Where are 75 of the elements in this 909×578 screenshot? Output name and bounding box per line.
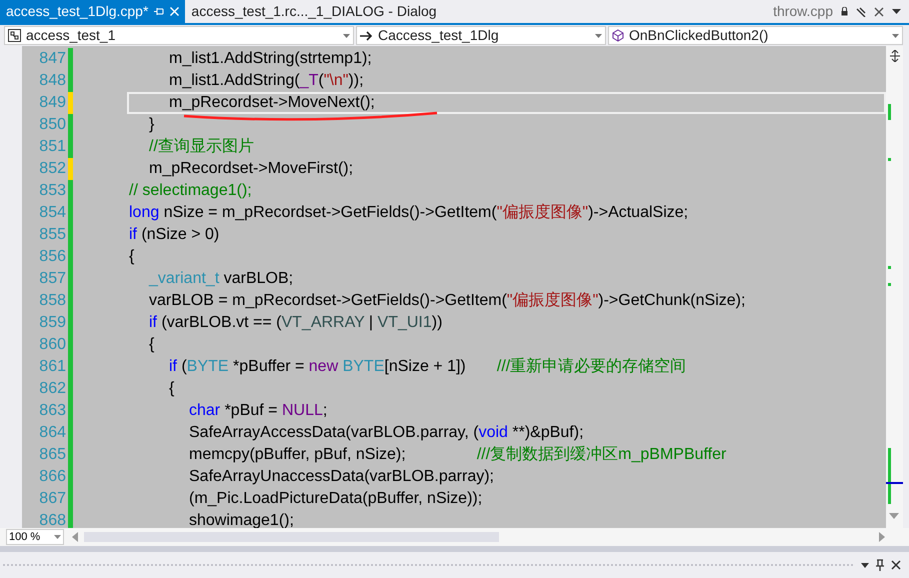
code-line: if (BYTE *pBuffer = new BYTE[nSize + 1]) ///重新申请必要的存储空间 bbox=[168, 356, 686, 377]
line-number: 860 bbox=[38, 335, 67, 355]
line-number: 848 bbox=[38, 71, 67, 91]
scroll-down-icon[interactable] bbox=[889, 513, 899, 519]
line-number: 863 bbox=[38, 401, 67, 421]
dropdown-caret-icon bbox=[54, 535, 61, 539]
code-line: m_pRecordset->MoveNext(); bbox=[168, 93, 375, 113]
pin-icon[interactable] bbox=[875, 559, 885, 571]
line-number: 856 bbox=[38, 247, 67, 267]
code-line: m_list1.AddString(strtemp1); bbox=[168, 49, 372, 69]
line-number: 850 bbox=[38, 115, 67, 135]
code-line: { bbox=[148, 335, 154, 355]
line-number: 853 bbox=[38, 181, 67, 201]
dropdown-caret-icon[interactable] bbox=[861, 562, 869, 568]
code-line: showimage1(); bbox=[188, 511, 294, 528]
line-number: 868 bbox=[38, 511, 67, 528]
navigation-dropdown[interactable]: access_test_1 bbox=[4, 26, 354, 45]
line-number: 849 bbox=[38, 93, 67, 113]
dropdown-caret-icon bbox=[892, 34, 899, 38]
zoom-dropdown[interactable]: 100 % bbox=[6, 529, 64, 545]
split-handle-icon[interactable] bbox=[890, 50, 900, 62]
code-line: SafeArrayUnaccessData(varBLOB.parray); bbox=[188, 467, 494, 487]
line-number: 866 bbox=[38, 467, 67, 487]
line-number: 861 bbox=[38, 357, 67, 377]
code-line: } bbox=[148, 115, 154, 135]
change-marker bbox=[888, 266, 891, 269]
code-line: if (nSize > 0) bbox=[129, 225, 220, 245]
navigation-dropdown[interactable]: Caccess_test_1Dlg bbox=[356, 26, 606, 45]
code-line: char *pBuf = NULL; bbox=[188, 401, 328, 421]
scroll-right-icon[interactable] bbox=[879, 532, 885, 542]
change-marker bbox=[888, 283, 891, 286]
vertical-scrollbar[interactable] bbox=[886, 46, 903, 528]
cube-icon bbox=[612, 29, 624, 42]
line-number: 852 bbox=[38, 159, 67, 179]
lock-icon bbox=[841, 7, 848, 16]
code-line: m_list1.AddString(_T("\n")); bbox=[168, 71, 364, 91]
caret-position-marker bbox=[886, 482, 903, 484]
line-number: 867 bbox=[38, 489, 67, 509]
code-line: (m_Pic.LoadPictureData(pBuffer, nSize)); bbox=[188, 489, 482, 509]
change-marker bbox=[888, 158, 891, 161]
code-line: //查询显示图片 bbox=[148, 136, 254, 157]
navigation-dropdown[interactable]: OnBnClickedButton2() bbox=[608, 26, 903, 45]
code-line: long nSize = m_pRecordset->GetFields()->GetItem("偏振度图像")->ActualSize; bbox=[129, 202, 688, 223]
line-number: 864 bbox=[38, 423, 67, 443]
line-number: 847 bbox=[38, 49, 67, 69]
arrow-icon bbox=[360, 30, 373, 40]
code-line: if (varBLOB.vt == (VT_ARRAY | VT_UI1)) bbox=[148, 313, 442, 333]
code-line: varBLOB = m_pRecordset->GetFields()->GetItem("偏振度图像")->GetChunk(nSize); bbox=[148, 290, 746, 311]
code-line: { bbox=[129, 247, 134, 267]
preview-tab[interactable]: throw.cpp bbox=[773, 1, 833, 22]
change-marker bbox=[888, 448, 891, 504]
code-line: m_pRecordset->MoveFirst(); bbox=[148, 159, 354, 179]
close-icon[interactable] bbox=[874, 6, 884, 16]
line-number: 855 bbox=[38, 225, 67, 245]
line-number: 865 bbox=[38, 445, 67, 465]
line-number: 858 bbox=[38, 291, 67, 311]
keep-open-icon[interactable] bbox=[856, 6, 866, 16]
close-icon[interactable] bbox=[891, 560, 901, 570]
line-number: 862 bbox=[38, 379, 67, 399]
scroll-left-icon[interactable] bbox=[72, 532, 78, 542]
line-number: 857 bbox=[38, 269, 67, 289]
code-line: { bbox=[168, 379, 174, 399]
code-line: _variant_t varBLOB; bbox=[148, 269, 294, 289]
zoom-level: 100 % bbox=[9, 530, 40, 545]
code-line: SafeArrayAccessData(varBLOB.parray, (void **)&pBuf); bbox=[188, 423, 584, 443]
line-number: 851 bbox=[38, 137, 67, 157]
dropdown-caret-icon bbox=[595, 34, 602, 38]
line-number: 859 bbox=[38, 313, 67, 333]
change-marker bbox=[888, 104, 891, 120]
project-icon bbox=[8, 29, 21, 42]
code-line: memcpy(pBuffer, pBuf, nSize); ///复制数据到缓冲区m_pBMPBuffer bbox=[188, 444, 726, 465]
dropdown-caret-icon bbox=[343, 34, 350, 38]
dropdown-caret-icon[interactable] bbox=[892, 9, 901, 14]
code-line: // selectimage1(); bbox=[129, 181, 252, 201]
line-number: 854 bbox=[38, 203, 67, 223]
